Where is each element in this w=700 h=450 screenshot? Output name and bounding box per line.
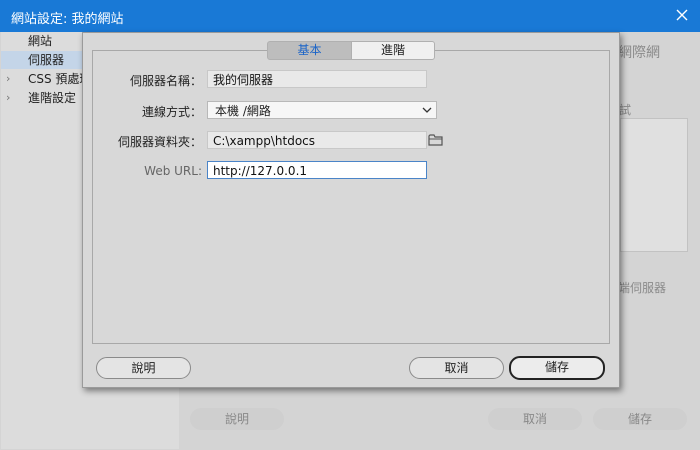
web-url-field[interactable]: http://127.0.0.1 <box>207 161 427 179</box>
sidebar-item-label: 伺服器 <box>28 53 65 67</box>
save-button[interactable]: 儲存 <box>509 356 605 380</box>
tab-basic[interactable]: 基本 <box>267 41 352 60</box>
background-cancel-button: 取消 <box>488 408 582 430</box>
background-server-list <box>620 118 688 252</box>
server-folder-label: 伺服器資料夾： <box>117 135 202 149</box>
site-settings-window: 網站設定: 我的網站 網站 伺服器 › CSS 預處理 › 進階設定 網際網 試… <box>0 0 700 450</box>
web-url-label: Web URL: <box>144 164 202 178</box>
help-button[interactable]: 說明 <box>96 357 191 379</box>
background-text: 試 <box>619 103 632 117</box>
settings-tabs: 基本 進階 <box>267 41 435 60</box>
server-name-label: 伺服器名稱： <box>129 74 202 88</box>
server-folder-field[interactable]: C:\xampp\htdocs <box>207 131 427 149</box>
title-bar: 網站設定: 我的網站 <box>0 0 700 32</box>
chevron-down-icon <box>421 102 433 118</box>
connect-method-value: 本機 /網路 <box>215 104 271 118</box>
background-text: 網際網 <box>618 45 660 61</box>
cancel-button[interactable]: 取消 <box>409 357 504 379</box>
server-name-field[interactable]: 我的伺服器 <box>207 70 427 88</box>
chevron-right-icon[interactable]: › <box>6 70 10 88</box>
server-settings-dialog: 基本 進階 伺服器名稱： 我的伺服器 連線方式： 本機 /網路 伺服器資料夾： … <box>82 32 620 388</box>
window-title: 網站設定: 我的網站 <box>11 12 124 27</box>
tab-advanced[interactable]: 進階 <box>351 41 435 60</box>
chevron-right-icon[interactable]: › <box>6 89 10 107</box>
background-help-button: 說明 <box>190 408 284 430</box>
sidebar-item-label: 網站 <box>28 34 53 48</box>
connect-method-label: 連線方式： <box>141 105 202 119</box>
background-save-button: 儲存 <box>593 408 687 430</box>
close-icon[interactable] <box>671 4 693 26</box>
folder-icon[interactable] <box>428 133 444 147</box>
connect-method-select[interactable]: 本機 /網路 <box>207 101 437 119</box>
background-text: 端伺服器 <box>618 281 667 295</box>
basic-settings-panel <box>92 50 610 344</box>
